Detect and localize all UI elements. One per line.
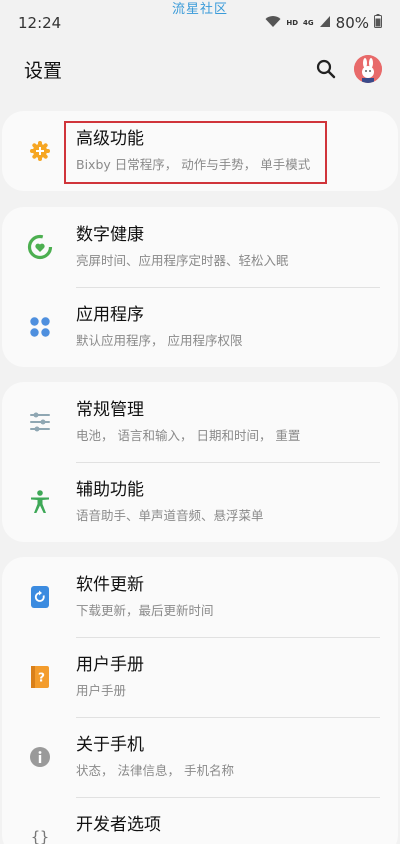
item-title: 高级功能 [76,129,144,149]
card-advanced: 高级功能 Bixby 日常程序， 动作与手势， 单手模式 [2,111,398,191]
plus-gear-icon [26,137,54,165]
status-bar: 12:24 HD 4G 80% [0,0,400,46]
item-subtitle: 电池， 语言和输入， 日期和时间， 重置 [76,428,301,443]
item-title: 用户手册 [76,655,144,675]
card-wellbeing-apps: 数字健康 亮屏时间、应用程序定时器、轻松入眠 应用程序 默认应用程序， 应用程序… [2,207,398,367]
item-title: 常规管理 [76,400,144,420]
sliders-icon [26,408,54,436]
user-manual-icon: ? [26,663,54,691]
network-label: 4G [303,19,314,27]
settings-item-user-manual[interactable]: ? 用户手册 用户手册 [2,637,398,717]
svg-text:{}: {} [31,828,49,844]
settings-item-accessibility[interactable]: 辅助功能 语音助手、单声道音频、悬浮菜单 [2,462,398,542]
item-title: 软件更新 [76,575,144,595]
settings-item-developer-options[interactable]: {} 开发者选项 [2,797,398,844]
settings-item-apps[interactable]: 应用程序 默认应用程序， 应用程序权限 [2,287,398,367]
battery-icon [374,14,382,32]
settings-item-advanced-features[interactable]: 高级功能 Bixby 日常程序， 动作与手势， 单手模式 [2,111,398,191]
hd-label: HD [286,19,299,27]
developer-braces-icon: {} [26,823,54,844]
item-title: 应用程序 [76,305,144,325]
status-indicators: HD 4G 80% [265,14,382,32]
svg-text:?: ? [38,671,45,685]
avatar[interactable] [354,55,382,83]
item-subtitle: 语音助手、单声道音频、悬浮菜单 [76,508,264,523]
page-title: 设置 [24,59,63,82]
status-time: 12:24 [18,14,62,32]
settings-item-digital-wellbeing[interactable]: 数字健康 亮屏时间、应用程序定时器、轻松入眠 [2,207,398,287]
settings-item-about-phone[interactable]: 关于手机 状态， 法律信息， 手机名称 [2,717,398,797]
software-update-icon [26,583,54,611]
accessibility-icon [26,488,54,516]
settings-item-general-management[interactable]: 常规管理 电池， 语言和输入， 日期和时间， 重置 [2,382,398,462]
item-title: 关于手机 [76,735,144,755]
apps-grid-icon [26,313,54,341]
settings-item-software-update[interactable]: 软件更新 下载更新，最后更新时间 [2,557,398,637]
digital-wellbeing-icon [26,233,54,261]
item-subtitle: 默认应用程序， 应用程序权限 [76,333,243,348]
item-title: 开发者选项 [76,815,161,835]
battery-percent: 80% [335,14,369,32]
app-header: 设置 [0,46,400,92]
item-title: 辅助功能 [76,480,144,500]
info-icon [26,743,54,771]
card-general-accessibility: 常规管理 电池， 语言和输入， 日期和时间， 重置 辅助功能 语音助手、单声道音… [2,382,398,542]
wifi-icon [265,14,281,32]
item-subtitle: 下载更新，最后更新时间 [76,603,214,618]
search-icon[interactable] [312,55,340,83]
item-subtitle: Bixby 日常程序， 动作与手势， 单手模式 [76,157,311,172]
item-subtitle: 亮屏时间、应用程序定时器、轻松入眠 [76,253,289,268]
signal-icon [319,14,331,32]
card-system: 软件更新 下载更新，最后更新时间 ? 用户手册 用户手册 关于手机 状态， 法律… [2,557,398,844]
item-subtitle: 状态， 法律信息， 手机名称 [76,763,234,778]
item-title: 数字健康 [76,225,144,245]
item-subtitle: 用户手册 [76,683,127,698]
